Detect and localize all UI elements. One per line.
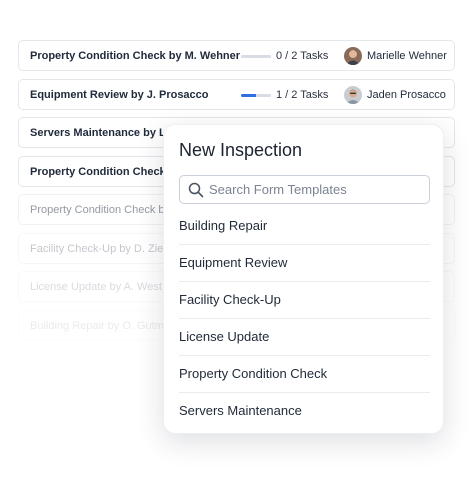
template-list: Building Repair Equipment Review Facilit… bbox=[179, 208, 430, 429]
inspection-row[interactable]: Property Condition Check by M. Wehner 0 … bbox=[18, 40, 455, 71]
search-icon bbox=[188, 182, 204, 198]
inspection-title: Equipment Review by J. Prosacco bbox=[30, 89, 209, 101]
assignee-name: Jaden Prosacco bbox=[367, 89, 446, 101]
inspection-title: Building Repair by O. Gutmar bbox=[30, 320, 174, 332]
template-item[interactable]: Property Condition Check bbox=[179, 356, 430, 393]
new-inspection-panel: New Inspection Building Repair Equipment… bbox=[163, 124, 444, 434]
template-item[interactable]: Equipment Review bbox=[179, 245, 430, 282]
task-progress-bar bbox=[241, 94, 271, 97]
template-item[interactable]: Facility Check-Up bbox=[179, 282, 430, 319]
panel-title: New Inspection bbox=[179, 140, 303, 160]
search-input[interactable] bbox=[209, 176, 419, 203]
inspection-title: Servers Maintenance by L. Ti bbox=[30, 127, 182, 139]
task-progress-bar bbox=[241, 55, 271, 58]
template-item[interactable]: Building Repair bbox=[179, 208, 430, 245]
task-count: 1 / 2 Tasks bbox=[276, 89, 329, 101]
task-count: 0 / 2 Tasks bbox=[276, 50, 329, 62]
inspection-row[interactable]: Equipment Review by J. Prosacco 1 / 2 Ta… bbox=[18, 79, 455, 110]
inspection-title: Property Condition Check by bbox=[30, 166, 182, 178]
template-item[interactable]: Servers Maintenance bbox=[179, 393, 430, 429]
avatar bbox=[344, 47, 362, 65]
inspection-title: Property Condition Check by M. Wehner bbox=[30, 50, 241, 62]
inspection-title: Property Condition Check by bbox=[30, 204, 171, 216]
inspection-title: License Update by A. West bbox=[30, 281, 162, 293]
template-item[interactable]: License Update bbox=[179, 319, 430, 356]
avatar bbox=[344, 86, 362, 104]
assignee-name: Marielle Wehner bbox=[367, 50, 447, 62]
inspection-title: Facility Check-Up by D. Ziem bbox=[30, 243, 173, 255]
task-progress-fill bbox=[241, 94, 256, 97]
search-field[interactable] bbox=[179, 175, 430, 204]
